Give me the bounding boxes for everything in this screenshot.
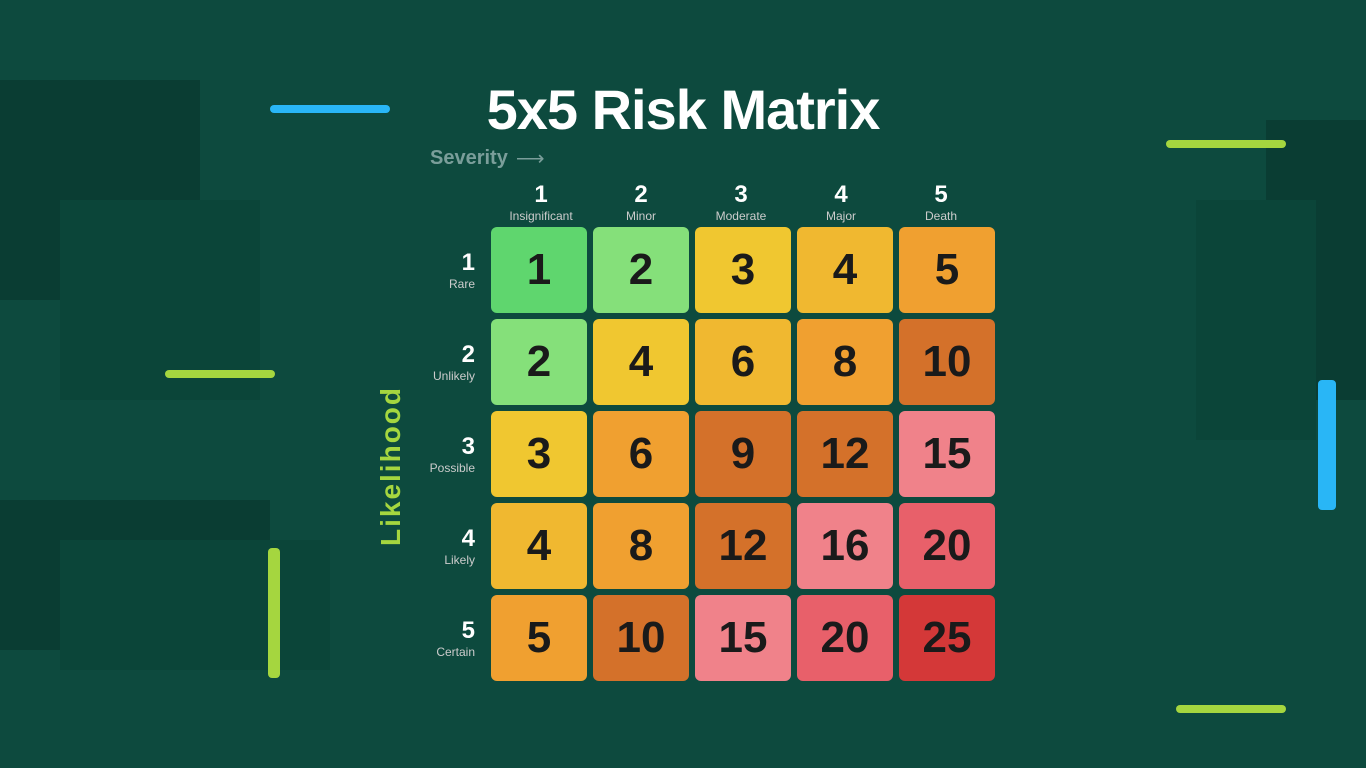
col-header-num-4: 4 [791,181,891,209]
row-num-2: 2 [411,341,475,369]
cell-4-1: 4 [491,503,587,589]
cell-2-5: 10 [899,319,995,405]
col-header-text-5: Death [891,209,991,223]
severity-arrow: ⟶ [516,146,545,171]
matrix-row-5: 5Certain510152025 [411,595,995,681]
col-header-5: 5Death [891,181,991,223]
row-label-2: Unlikely [411,369,475,383]
col-header-text-1: Insignificant [491,209,591,223]
cell-1-3: 3 [695,227,791,313]
matrix-grid: 1Rare123452Unlikely2468103Possible369121… [411,227,995,681]
col-header-num-5: 5 [891,181,991,209]
row-label-5: Certain [411,645,475,659]
cell-5-3: 15 [695,595,791,681]
cell-1-2: 2 [593,227,689,313]
likelihood-label: Likelihood [375,386,407,546]
row-header-1: 1Rare [411,249,485,291]
col-header-num-1: 1 [491,181,591,209]
severity-row: Severity ⟶ [430,146,545,171]
page-title: 5x5 Risk Matrix [487,77,880,142]
row-header-5: 5Certain [411,617,485,659]
matrix-container: 1Insignificant2Minor3Moderate4Major5Deat… [411,181,995,681]
matrix-row-4: 4Likely48121620 [411,503,995,589]
cell-1-1: 1 [491,227,587,313]
matrix-row-2: 2Unlikely246810 [411,319,995,405]
col-header-4: 4Major [791,181,891,223]
col-header-1: 1Insignificant [491,181,591,223]
row-num-5: 5 [411,617,475,645]
cell-5-1: 5 [491,595,587,681]
cell-3-5: 15 [899,411,995,497]
row-header-2: 2Unlikely [411,341,485,383]
row-label-1: Rare [411,277,475,291]
cell-3-2: 6 [593,411,689,497]
col-header-num-3: 3 [691,181,791,209]
row-num-3: 3 [411,433,475,461]
cell-4-4: 16 [797,503,893,589]
cell-3-3: 9 [695,411,791,497]
cell-5-5: 25 [899,595,995,681]
row-header-3: 3Possible [411,433,485,475]
main-content: 5x5 Risk Matrix Severity ⟶ Likelihood 1I… [0,0,1366,768]
matrix-wrapper: Likelihood 1Insignificant2Minor3Moderate… [371,181,995,701]
col-header-2: 2Minor [591,181,691,223]
col-header-3: 3Moderate [691,181,791,223]
likelihood-container: Likelihood [371,231,411,701]
cell-3-4: 12 [797,411,893,497]
col-header-text-3: Moderate [691,209,791,223]
col-header-text-2: Minor [591,209,691,223]
cell-2-2: 4 [593,319,689,405]
cell-5-4: 20 [797,595,893,681]
row-num-4: 4 [411,525,475,553]
cell-1-4: 4 [797,227,893,313]
cell-4-5: 20 [899,503,995,589]
severity-label: Severity [430,147,508,170]
row-label-3: Possible [411,461,475,475]
cell-4-3: 12 [695,503,791,589]
column-headers: 1Insignificant2Minor3Moderate4Major5Deat… [491,181,995,223]
cell-2-3: 6 [695,319,791,405]
matrix-row-1: 1Rare12345 [411,227,995,313]
col-header-num-2: 2 [591,181,691,209]
row-header-4: 4Likely [411,525,485,567]
col-header-text-4: Major [791,209,891,223]
row-num-1: 1 [411,249,475,277]
cell-1-5: 5 [899,227,995,313]
cell-4-2: 8 [593,503,689,589]
cell-2-1: 2 [491,319,587,405]
matrix-row-3: 3Possible3691215 [411,411,995,497]
cell-2-4: 8 [797,319,893,405]
row-label-4: Likely [411,553,475,567]
cell-3-1: 3 [491,411,587,497]
cell-5-2: 10 [593,595,689,681]
